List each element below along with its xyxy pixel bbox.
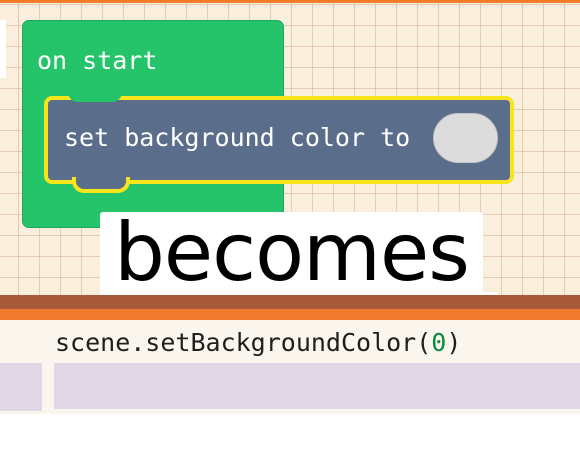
block-bottom-notch: [72, 177, 130, 193]
set-background-color-label: set background color to: [64, 123, 411, 152]
top-accent-stripe: [0, 0, 580, 3]
code-number-argument: 0: [431, 328, 447, 357]
code-call: scene.setBackgroundColor(: [55, 328, 432, 357]
caption-becomes: becomes: [114, 206, 470, 299]
editor-divider-accent: [0, 309, 580, 320]
color-picker-swatch[interactable]: [433, 113, 498, 163]
code-line-1[interactable]: scene.setBackgroundColor(0): [55, 327, 461, 359]
workspace-left-edge: [0, 20, 6, 78]
editor-gutter-highlight: [0, 363, 42, 411]
block-top-notch: [68, 92, 122, 102]
editor-divider: [0, 295, 580, 309]
editor-line-highlight[interactable]: [54, 363, 580, 409]
on-start-label: on start: [37, 46, 158, 75]
code-close-paren: ): [446, 328, 462, 357]
